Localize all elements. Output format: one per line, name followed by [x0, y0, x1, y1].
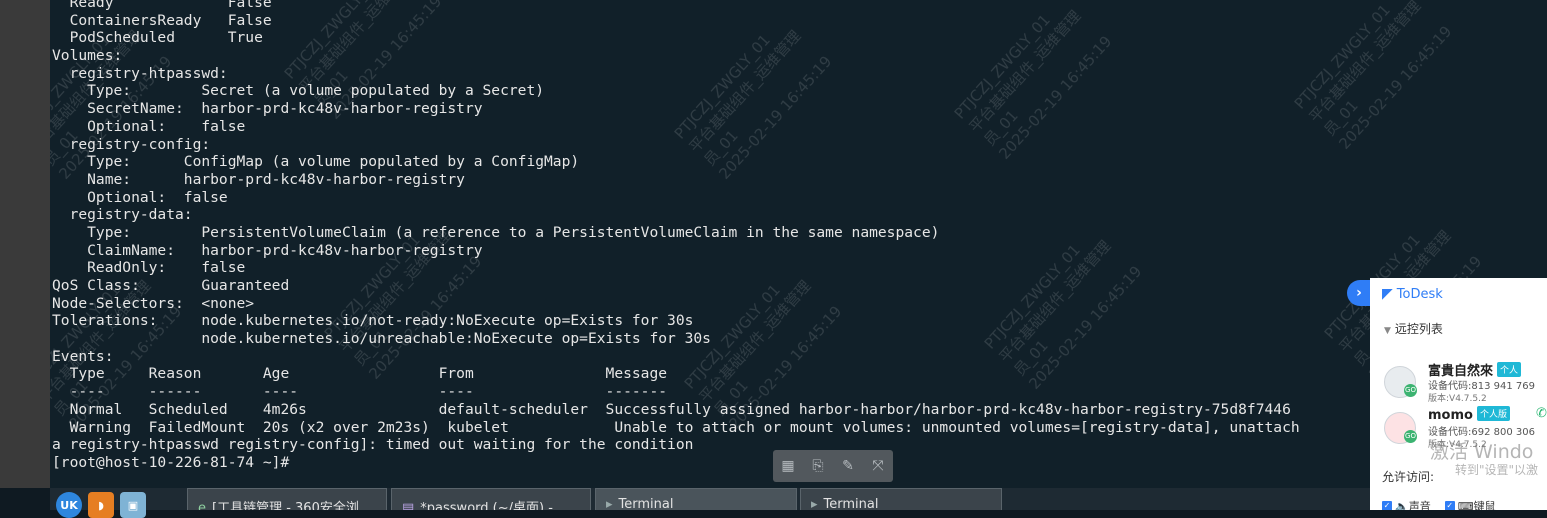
terminal-output[interactable]: Ready False ContainersReady False PodSch… [52, 0, 1300, 472]
app-launcher-icon[interactable]: ◗ [88, 492, 114, 518]
terminal-line: Tolerations: node.kubernetes.io/not-read… [52, 312, 694, 330]
terminal-line: Optional: false [52, 188, 228, 206]
terminal-line: ReadOnly: false [52, 259, 246, 277]
grid-icon[interactable]: ▦ [777, 458, 799, 474]
todesk-logo-icon: ◤ [1382, 286, 1393, 302]
file-manager-icon[interactable]: ▣ [120, 492, 146, 518]
taskbar-item-terminal[interactable]: ▸ Terminal [800, 488, 1002, 510]
terminal-line: PodScheduled True [52, 29, 263, 47]
windows-activation-title: 激活 Windo [1430, 441, 1534, 463]
keyboard-mouse-checkbox[interactable]: ✓ ⌨ 键鼠 [1444, 498, 1496, 511]
left-desktop-strip [0, 0, 50, 488]
taskbar-item-terminal-active[interactable]: ▸ Terminal [595, 488, 797, 510]
terminal-line: registry-htpasswd: [52, 64, 228, 82]
terminal-line: node.kubernetes.io/unreachable:NoExecute… [52, 330, 711, 348]
online-badge: GO [1404, 384, 1417, 397]
allow-access-label: 允许访问: [1382, 470, 1435, 484]
terminal-line: Normal Scheduled 4m26s default-scheduler… [52, 400, 1291, 418]
floating-toolbar: ▦ ⎘ ✎ ⤧ [773, 450, 893, 482]
taskbar-item-browser[interactable]: e [工具链管理 - 360安全浏… [187, 488, 387, 510]
pen-icon[interactable]: ✎ [837, 458, 859, 474]
terminal-line: a registry-htpasswd registry-config]: ti… [52, 436, 694, 454]
terminal-line: Events: [52, 347, 114, 365]
device-badge: 个人 [1497, 362, 1522, 377]
terminal-line: Type: PersistentVolumeClaim (a reference… [52, 223, 940, 241]
terminal-line: Type Reason Age From Message [52, 365, 668, 383]
terminal-line: Type: Secret (a volume populated by a Se… [52, 82, 545, 100]
taskbar: UK ◗ ▣ e [工具链管理 - 360安全浏… ▤ *password (~/桌… [50, 488, 1370, 518]
editor-icon: ▤ [402, 501, 415, 510]
todesk-collapse-button[interactable]: › [1347, 280, 1371, 306]
todesk-title: ToDesk [1396, 286, 1443, 302]
clipboard-icon[interactable]: ⎘ [807, 458, 829, 474]
windows-activation-hint: 转到"设置"以激 [1455, 463, 1539, 477]
fullscreen-icon[interactable]: ⤧ [867, 458, 889, 474]
terminal-line: Node-Selectors: <none> [52, 294, 255, 312]
terminal-line: QoS Class: Guaranteed [52, 277, 290, 294]
terminal-line: registry-config: [52, 135, 211, 153]
watermark-text: PTJCZJ_ZWGLY_01 平台基础组件_运维管理 员_01 2025-02… [1290, 0, 1456, 153]
terminal-line: Type: ConfigMap (a volume populated by a… [52, 153, 580, 171]
check-icon: ✓ [1382, 501, 1392, 510]
terminal-line: Name: harbor-prd-kc48v-harbor-registry [52, 170, 465, 188]
terminal-line: ClaimName: harbor-prd-kc48v-harbor-regis… [52, 241, 483, 259]
terminal-line: SecretName: harbor-prd-kc48v-harbor-regi… [52, 100, 483, 118]
terminal-line: Ready False [52, 0, 272, 11]
remote-list-toggle[interactable]: ▼ 远控列表 [1384, 320, 1443, 337]
device-code: 设备代码:692 800 306 [1428, 427, 1535, 438]
keyboard-icon: ⌨ [1457, 499, 1474, 511]
check-icon: ✓ [1444, 501, 1455, 510]
terminal-line: Warning FailedMount 20s (x2 over 2m23s) … [52, 418, 1300, 436]
terminal-line: [root@host-10-226-81-74 ~]# [52, 453, 290, 471]
phone-icon[interactable]: ✆ [1536, 406, 1547, 421]
triangle-down-icon: ▼ [1384, 326, 1391, 336]
start-menu-icon[interactable]: UK [56, 492, 82, 518]
device-version: 版本:V4.7.5.2 [1428, 394, 1487, 404]
terminal-line: Optional: false [52, 117, 246, 135]
terminal-line: Volumes: [52, 47, 123, 65]
terminal-icon: ▸ [606, 497, 613, 510]
allow-access-options: ✓ 🔈 声音 ✓ ⌨ 键鼠 [1382, 498, 1496, 510]
terminal-line: ---- ------ ---- ---- ------- [52, 383, 668, 401]
browser-icon: e [198, 501, 206, 510]
terminal-line: ContainersReady False [52, 11, 272, 29]
terminal-window[interactable]: Ready False ContainersReady False PodSch… [50, 0, 1547, 488]
sound-checkbox[interactable]: ✓ 🔈 声音 [1382, 498, 1431, 510]
terminal-line: registry-data: [52, 206, 193, 224]
todesk-header: ◤ ToDesk [1382, 286, 1443, 302]
device-name: momo 个人版 [1428, 406, 1510, 423]
online-badge: GO [1404, 430, 1417, 443]
device-code: 设备代码:813 941 769 [1428, 381, 1535, 392]
taskbar-item-editor[interactable]: ▤ *password (~/桌面) - … [391, 488, 591, 510]
device-badge: 个人版 [1476, 406, 1510, 421]
chevron-right-icon: › [1356, 285, 1362, 301]
speaker-icon: 🔈 [1395, 499, 1409, 511]
terminal-icon: ▸ [811, 497, 818, 510]
